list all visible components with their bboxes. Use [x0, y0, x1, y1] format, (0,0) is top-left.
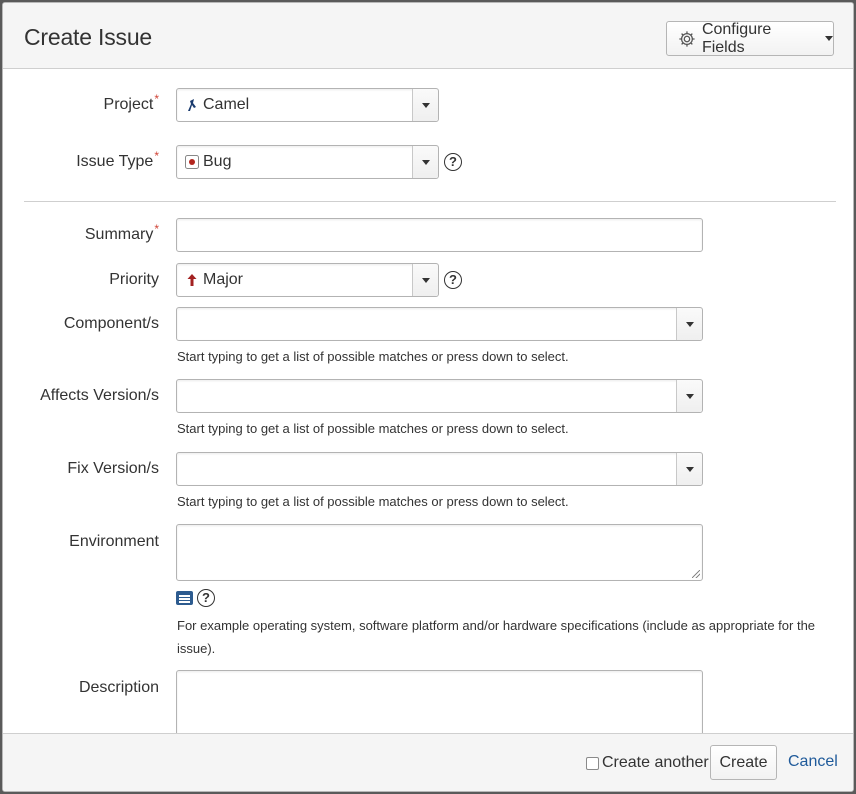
- components-hint: Start typing to get a list of possible m…: [177, 349, 569, 364]
- arrow-up-icon: [187, 274, 197, 286]
- environment-hint: For example operating system, software p…: [177, 618, 816, 656]
- dialog-body: Project* Camel Issue Type* Bug ? Summary…: [3, 70, 853, 735]
- required-marker: *: [154, 92, 159, 106]
- issue-type-label: Issue Type*: [76, 149, 159, 170]
- priority-select[interactable]: Major: [176, 263, 439, 297]
- create-button[interactable]: Create: [710, 745, 777, 780]
- priority-value: Major: [203, 271, 244, 288]
- description-textarea[interactable]: [176, 670, 703, 735]
- text-style-icon[interactable]: [176, 591, 193, 605]
- cancel-link[interactable]: Cancel: [788, 753, 838, 771]
- project-label: Project*: [103, 92, 159, 113]
- checkbox-icon[interactable]: [586, 756, 599, 770]
- issue-type-select[interactable]: Bug: [176, 145, 439, 179]
- dialog-footer: Create another Create Cancel: [3, 733, 853, 791]
- environment-label: Environment: [69, 533, 159, 550]
- create-another-checkbox[interactable]: Create another: [586, 754, 709, 772]
- fix-versions-dropdown-toggle[interactable]: [676, 453, 702, 485]
- environment-textarea[interactable]: [176, 524, 703, 581]
- create-another-label: Create another: [602, 754, 709, 771]
- affects-versions-picker[interactable]: [176, 379, 703, 413]
- affects-versions-hint: Start typing to get a list of possible m…: [177, 421, 569, 436]
- summary-input[interactable]: [176, 218, 703, 252]
- dialog-title: Create Issue: [24, 24, 152, 50]
- fix-versions-hint: Start typing to get a list of possible m…: [177, 494, 569, 509]
- dialog-header: Create Issue Configure Fields: [3, 3, 853, 69]
- project-dropdown-toggle[interactable]: [412, 89, 438, 121]
- fix-versions-picker[interactable]: [176, 452, 703, 486]
- affects-versions-dropdown-toggle[interactable]: [676, 380, 702, 412]
- components-label: Component/s: [63, 315, 159, 332]
- description-label: Description: [78, 679, 159, 696]
- create-issue-dialog: Create Issue Configure Fields Project* C…: [2, 2, 854, 792]
- help-icon[interactable]: ?: [444, 153, 462, 171]
- summary-label: Summary*: [84, 222, 159, 243]
- help-icon[interactable]: ?: [197, 589, 215, 607]
- camel-project-icon: [188, 99, 196, 111]
- required-marker: *: [154, 149, 159, 163]
- project-select[interactable]: Camel: [176, 88, 439, 122]
- priority-dropdown-toggle[interactable]: [412, 264, 438, 296]
- configure-fields-button[interactable]: Configure Fields: [666, 21, 834, 56]
- issue-type-value: Bug: [203, 153, 232, 170]
- project-value: Camel: [203, 96, 250, 113]
- components-dropdown-toggle[interactable]: [676, 308, 702, 340]
- configure-fields-label: Configure Fields: [701, 20, 772, 56]
- components-picker[interactable]: [176, 307, 703, 341]
- resize-handle[interactable]: [692, 570, 700, 578]
- issue-type-dropdown-toggle[interactable]: [412, 146, 438, 178]
- fix-versions-label: Fix Version/s: [67, 460, 159, 477]
- priority-label: Priority: [109, 271, 159, 288]
- required-marker: *: [154, 222, 159, 236]
- help-icon[interactable]: ?: [444, 271, 462, 289]
- affects-versions-label: Affects Version/s: [40, 387, 159, 404]
- section-divider: [24, 201, 836, 202]
- gear-icon: [679, 30, 695, 47]
- bug-icon: [185, 155, 199, 169]
- chevron-down-icon: [825, 36, 833, 41]
